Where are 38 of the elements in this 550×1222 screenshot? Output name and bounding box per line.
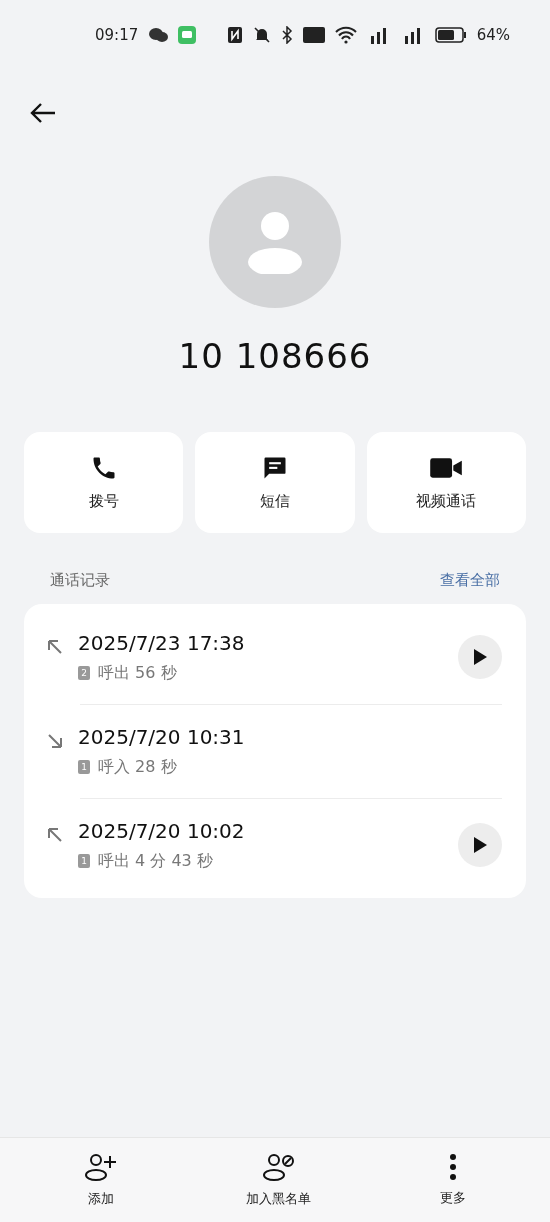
battery-percent: 64%	[476, 26, 510, 44]
play-button[interactable]	[458, 823, 502, 867]
call-detail: 呼出 56 秒	[98, 662, 177, 684]
bluetooth-icon	[280, 26, 293, 44]
person-icon	[247, 210, 303, 274]
play-button[interactable]	[458, 635, 502, 679]
section-title: 通话记录	[50, 571, 110, 590]
status-time: 09:17	[95, 26, 139, 44]
toolbar-button[interactable]: 添加	[78, 1151, 125, 1209]
call-time: 2025/7/23 17:38	[78, 630, 246, 655]
view-all-link[interactable]: 查看全部	[440, 571, 500, 590]
play-icon	[472, 648, 488, 666]
outgoing-call-icon	[46, 638, 64, 656]
action-button[interactable]: 拨号	[24, 432, 184, 533]
play-icon	[472, 836, 488, 854]
contact-number: 10 108666	[178, 336, 372, 376]
action-button[interactable]: 视频通话	[366, 432, 526, 533]
toolbar-button[interactable]: 更多	[433, 1152, 472, 1208]
more-icon	[448, 1153, 457, 1181]
add-contact-icon	[84, 1152, 119, 1182]
incoming-call-icon	[46, 732, 64, 750]
chat-app-icon	[148, 27, 169, 43]
call-time: 2025/7/20 10:31	[78, 724, 246, 749]
toolbar-button[interactable]: 加入黑名单	[240, 1151, 318, 1209]
call-time: 2025/7/20 10:02	[78, 818, 246, 843]
call-detail: 呼出 4 分 43 秒	[98, 850, 213, 872]
nfc-icon	[226, 26, 243, 44]
call-detail: 呼入 28 秒	[98, 756, 177, 778]
outgoing-call-icon	[46, 826, 64, 844]
battery-icon	[434, 27, 467, 43]
action-button[interactable]: 短信	[195, 432, 355, 533]
message-app-icon	[178, 26, 197, 44]
wifi-icon	[334, 26, 357, 44]
sim-badge: 1	[78, 854, 90, 868]
sim-badge: 2	[78, 666, 90, 680]
block-contact-icon	[262, 1152, 296, 1182]
sim-badge: 1	[78, 760, 90, 774]
muted-bell-icon	[252, 26, 271, 44]
